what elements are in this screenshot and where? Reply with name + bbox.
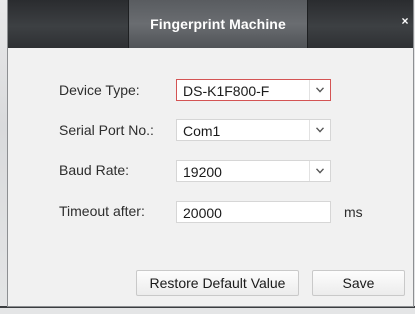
dialog-titlebar[interactable]: Fingerprint Machine × xyxy=(8,0,413,48)
device-type-value: DS-K1F800-F xyxy=(183,83,270,99)
restore-default-button[interactable]: Restore Default Value xyxy=(136,270,299,296)
serial-port-select[interactable]: Com1 xyxy=(176,119,331,141)
dialog-title: Fingerprint Machine xyxy=(150,16,286,32)
chevron-down-icon[interactable] xyxy=(309,161,330,181)
baud-rate-select[interactable]: 19200 xyxy=(176,160,331,182)
baud-rate-value: 19200 xyxy=(183,164,222,180)
device-type-select[interactable]: DS-K1F800-F xyxy=(176,79,331,101)
save-button[interactable]: Save xyxy=(312,270,405,296)
timeout-label: Timeout after: xyxy=(59,203,145,219)
close-icon[interactable]: × xyxy=(399,14,411,28)
chevron-down-icon[interactable] xyxy=(309,80,330,100)
timeout-input[interactable]: 20000 xyxy=(176,201,331,223)
serial-port-label: Serial Port No.: xyxy=(59,122,154,138)
serial-port-value: Com1 xyxy=(183,123,221,139)
device-type-label: Device Type: xyxy=(59,82,140,98)
background-strip xyxy=(0,306,415,308)
timeout-value: 20000 xyxy=(183,205,222,221)
settings-form: Device Type: DS-K1F800-F Serial Port No.… xyxy=(8,48,413,306)
timeout-unit: ms xyxy=(344,204,363,220)
baud-rate-label: Baud Rate: xyxy=(59,162,130,178)
title-tab: Fingerprint Machine xyxy=(128,0,308,48)
fingerprint-machine-dialog: Fingerprint Machine × Device Type: DS-K1… xyxy=(8,0,413,306)
chevron-down-icon[interactable] xyxy=(309,120,330,140)
